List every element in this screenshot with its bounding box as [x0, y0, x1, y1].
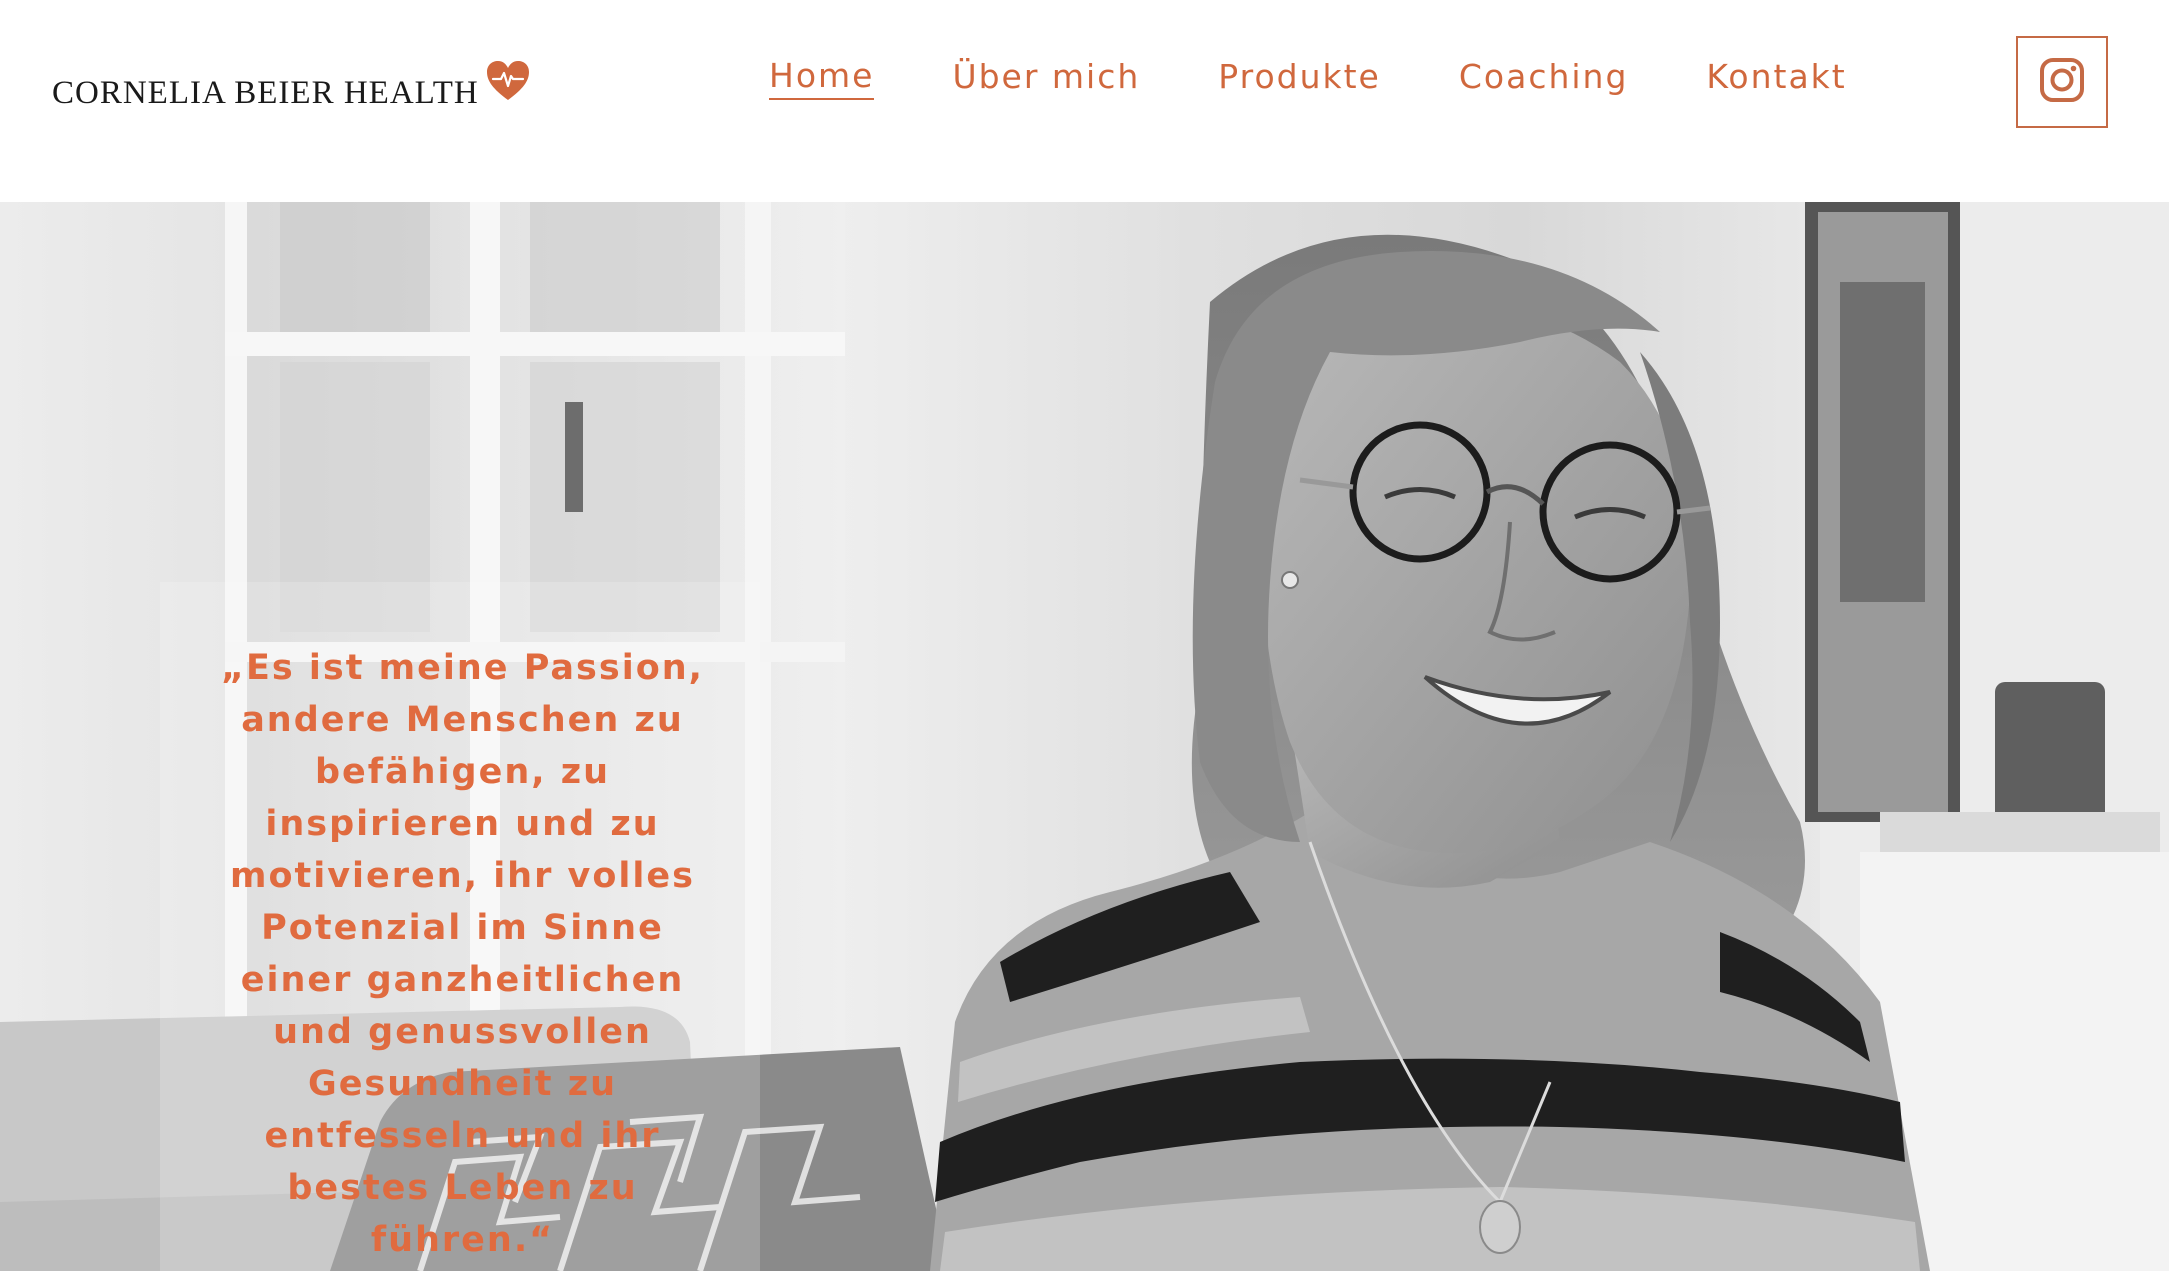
nav-item-kontakt[interactable]: Kontakt [1706, 58, 1846, 99]
heart-pulse-icon [485, 58, 531, 104]
logo-text: CORNELIA BEIER HEALTH [52, 75, 479, 111]
nav-item-coaching[interactable]: Coaching [1459, 58, 1629, 99]
nav-item-ueber-mich[interactable]: Über mich [952, 58, 1140, 99]
main-nav: Home Über mich Produkte Coaching Kontakt [769, 57, 1847, 101]
instagram-button[interactable] [2016, 36, 2108, 128]
nav-item-produkte[interactable]: Produkte [1218, 58, 1381, 99]
instagram-icon [2039, 57, 2085, 108]
site-logo[interactable]: CORNELIA BEIER HEALTH [52, 56, 531, 116]
hero-section: „Es ist meine Passion, andere Menschen z… [0, 202, 2169, 1271]
nav-item-home[interactable]: Home [769, 57, 875, 101]
hero-quote: „Es ist meine Passion, andere Menschen z… [221, 648, 704, 1260]
page: CORNELIA BEIER HEALTH Home Über mich Pro… [0, 0, 2169, 1271]
site-header: CORNELIA BEIER HEALTH Home Über mich Pro… [0, 0, 2169, 202]
